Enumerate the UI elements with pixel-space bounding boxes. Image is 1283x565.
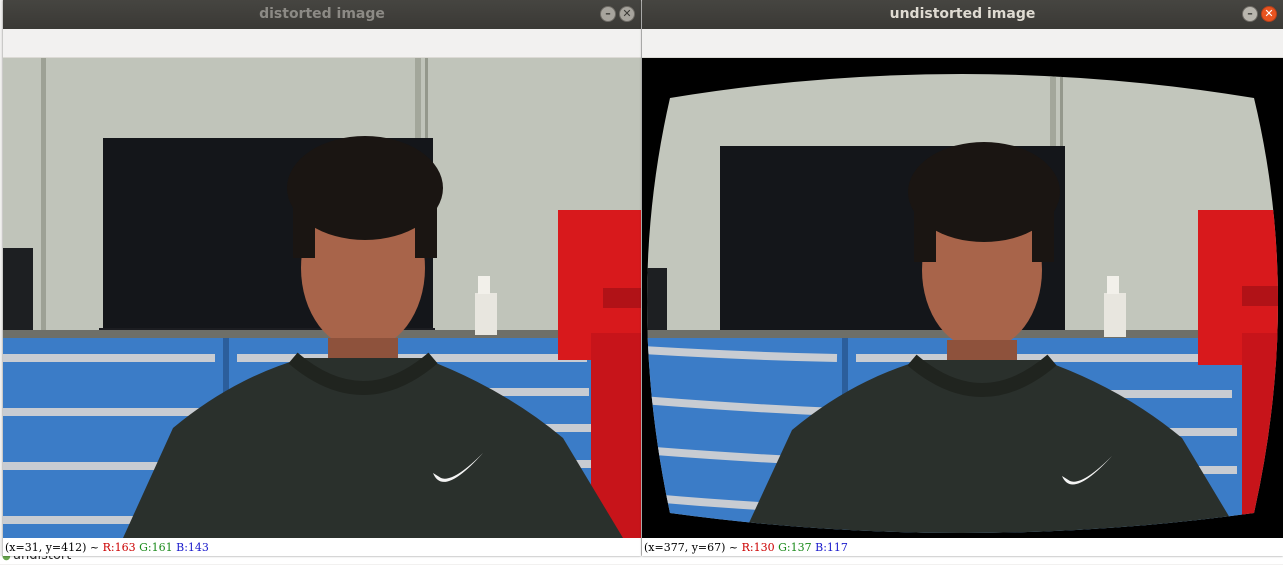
status-red: R:130 xyxy=(741,541,775,554)
status-bar: (x=377, y=67) ~ R:130 G:137 B:117 xyxy=(642,538,1283,556)
minimize-button[interactable]: – xyxy=(600,6,616,22)
distorted-image-window[interactable]: distorted image – ✕ (x=31, y=412) ~ R:16… xyxy=(3,0,641,556)
distorted-image-view[interactable] xyxy=(3,58,641,538)
window-toolbar xyxy=(3,29,641,58)
window-controls: – ✕ xyxy=(600,6,635,22)
status-coords: (x=377, y=67) ~ xyxy=(644,541,739,554)
window-controls: – ✕ xyxy=(1242,6,1277,22)
status-blue: B:143 xyxy=(176,541,209,554)
undistorted-image-view[interactable] xyxy=(642,58,1283,538)
undistorted-image xyxy=(642,58,1283,538)
minimize-icon: – xyxy=(605,7,611,20)
window-titlebar[interactable]: distorted image – ✕ xyxy=(3,0,641,29)
status-green: G:161 xyxy=(139,541,173,554)
close-icon: ✕ xyxy=(622,7,632,20)
window-title: undistorted image xyxy=(889,6,1036,22)
window-title: distorted image xyxy=(259,6,385,22)
minimize-button[interactable]: – xyxy=(1242,6,1258,22)
status-blue: B:117 xyxy=(815,541,848,554)
window-titlebar[interactable]: undistorted image – ✕ xyxy=(642,0,1283,29)
close-button[interactable]: ✕ xyxy=(1261,6,1277,22)
status-bar: (x=31, y=412) ~ R:163 G:161 B:143 xyxy=(3,538,641,556)
status-red: R:163 xyxy=(102,541,136,554)
status-green: G:137 xyxy=(778,541,812,554)
minimize-icon: – xyxy=(1247,7,1253,20)
close-icon: ✕ xyxy=(1264,7,1274,20)
close-button[interactable]: ✕ xyxy=(619,6,635,22)
distorted-image xyxy=(3,58,641,538)
window-toolbar xyxy=(642,29,1283,58)
undistorted-image-window[interactable]: undistorted image – ✕ (x=377, y=67) ~ R:… xyxy=(642,0,1283,556)
status-coords: (x=31, y=412) ~ xyxy=(5,541,100,554)
desktop-strip xyxy=(0,556,1283,564)
